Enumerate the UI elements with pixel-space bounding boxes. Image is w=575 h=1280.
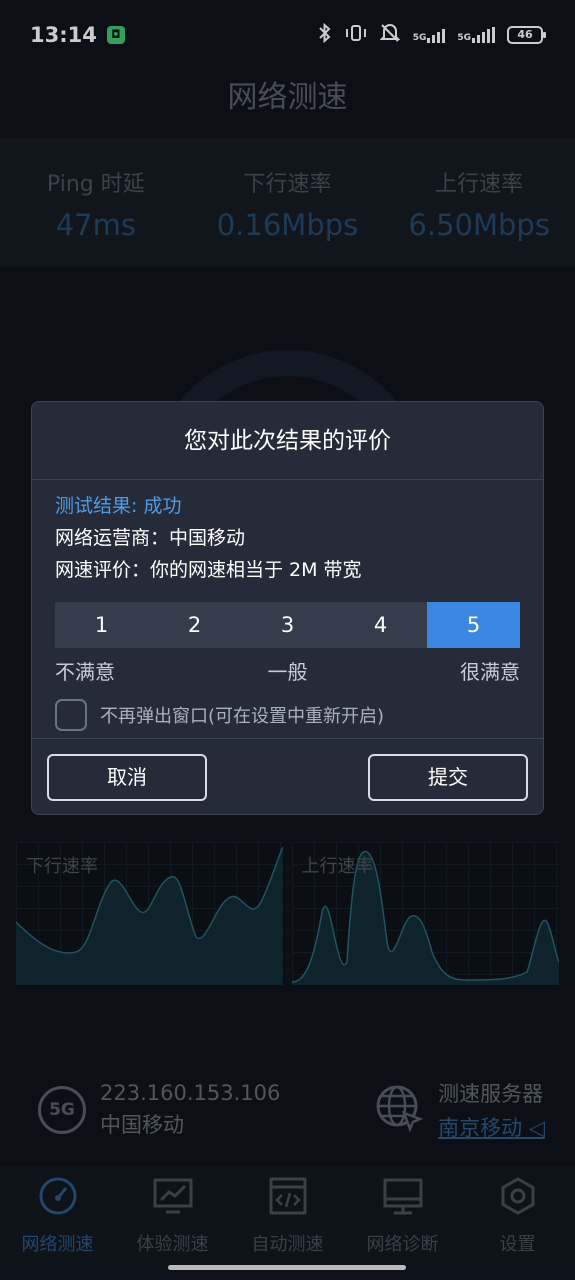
dont-show-again-checkbox[interactable]	[55, 699, 87, 731]
dialog-footer: 取消 提交	[32, 738, 543, 814]
dont-show-again-row[interactable]: 不再弹出窗口(可在设置中重新开启)	[55, 699, 520, 731]
rating-option-2[interactable]: 2	[148, 602, 241, 648]
submit-button[interactable]: 提交	[368, 754, 528, 801]
rating-option-3[interactable]: 3	[241, 602, 334, 648]
scale-label-mid: 一般	[267, 660, 308, 684]
chart-title: 下行速率	[26, 856, 98, 877]
test-result: 测试结果: 成功	[55, 495, 182, 517]
rating-option-5[interactable]: 5	[427, 602, 520, 648]
dont-show-again-label[interactable]: 不再弹出窗口(可在设置中重新开启)	[100, 702, 384, 728]
operator-info: 网络运营商：中国移动	[55, 527, 246, 549]
rating-dialog: 您对此次结果的评价 测试结果: 成功 网络运营商：中国移动 网速评价：你的网速相…	[31, 401, 544, 815]
scale-label-high: 很满意	[460, 660, 520, 684]
dialog-title: 您对此次结果的评价	[32, 402, 543, 480]
rating-option-4[interactable]: 4	[334, 602, 427, 648]
rating-scale-labels: 不满意 一般 很满意	[55, 656, 520, 685]
cancel-button[interactable]: 取消	[47, 754, 207, 801]
chart-title: 上行速率	[301, 856, 374, 877]
rating-selector: 1 2 3 4 5	[55, 602, 520, 648]
speed-evaluation: 网速评价：你的网速相当于 2M 带宽	[55, 559, 362, 581]
rating-option-1[interactable]: 1	[55, 602, 148, 648]
scale-label-low: 不满意	[55, 660, 115, 684]
